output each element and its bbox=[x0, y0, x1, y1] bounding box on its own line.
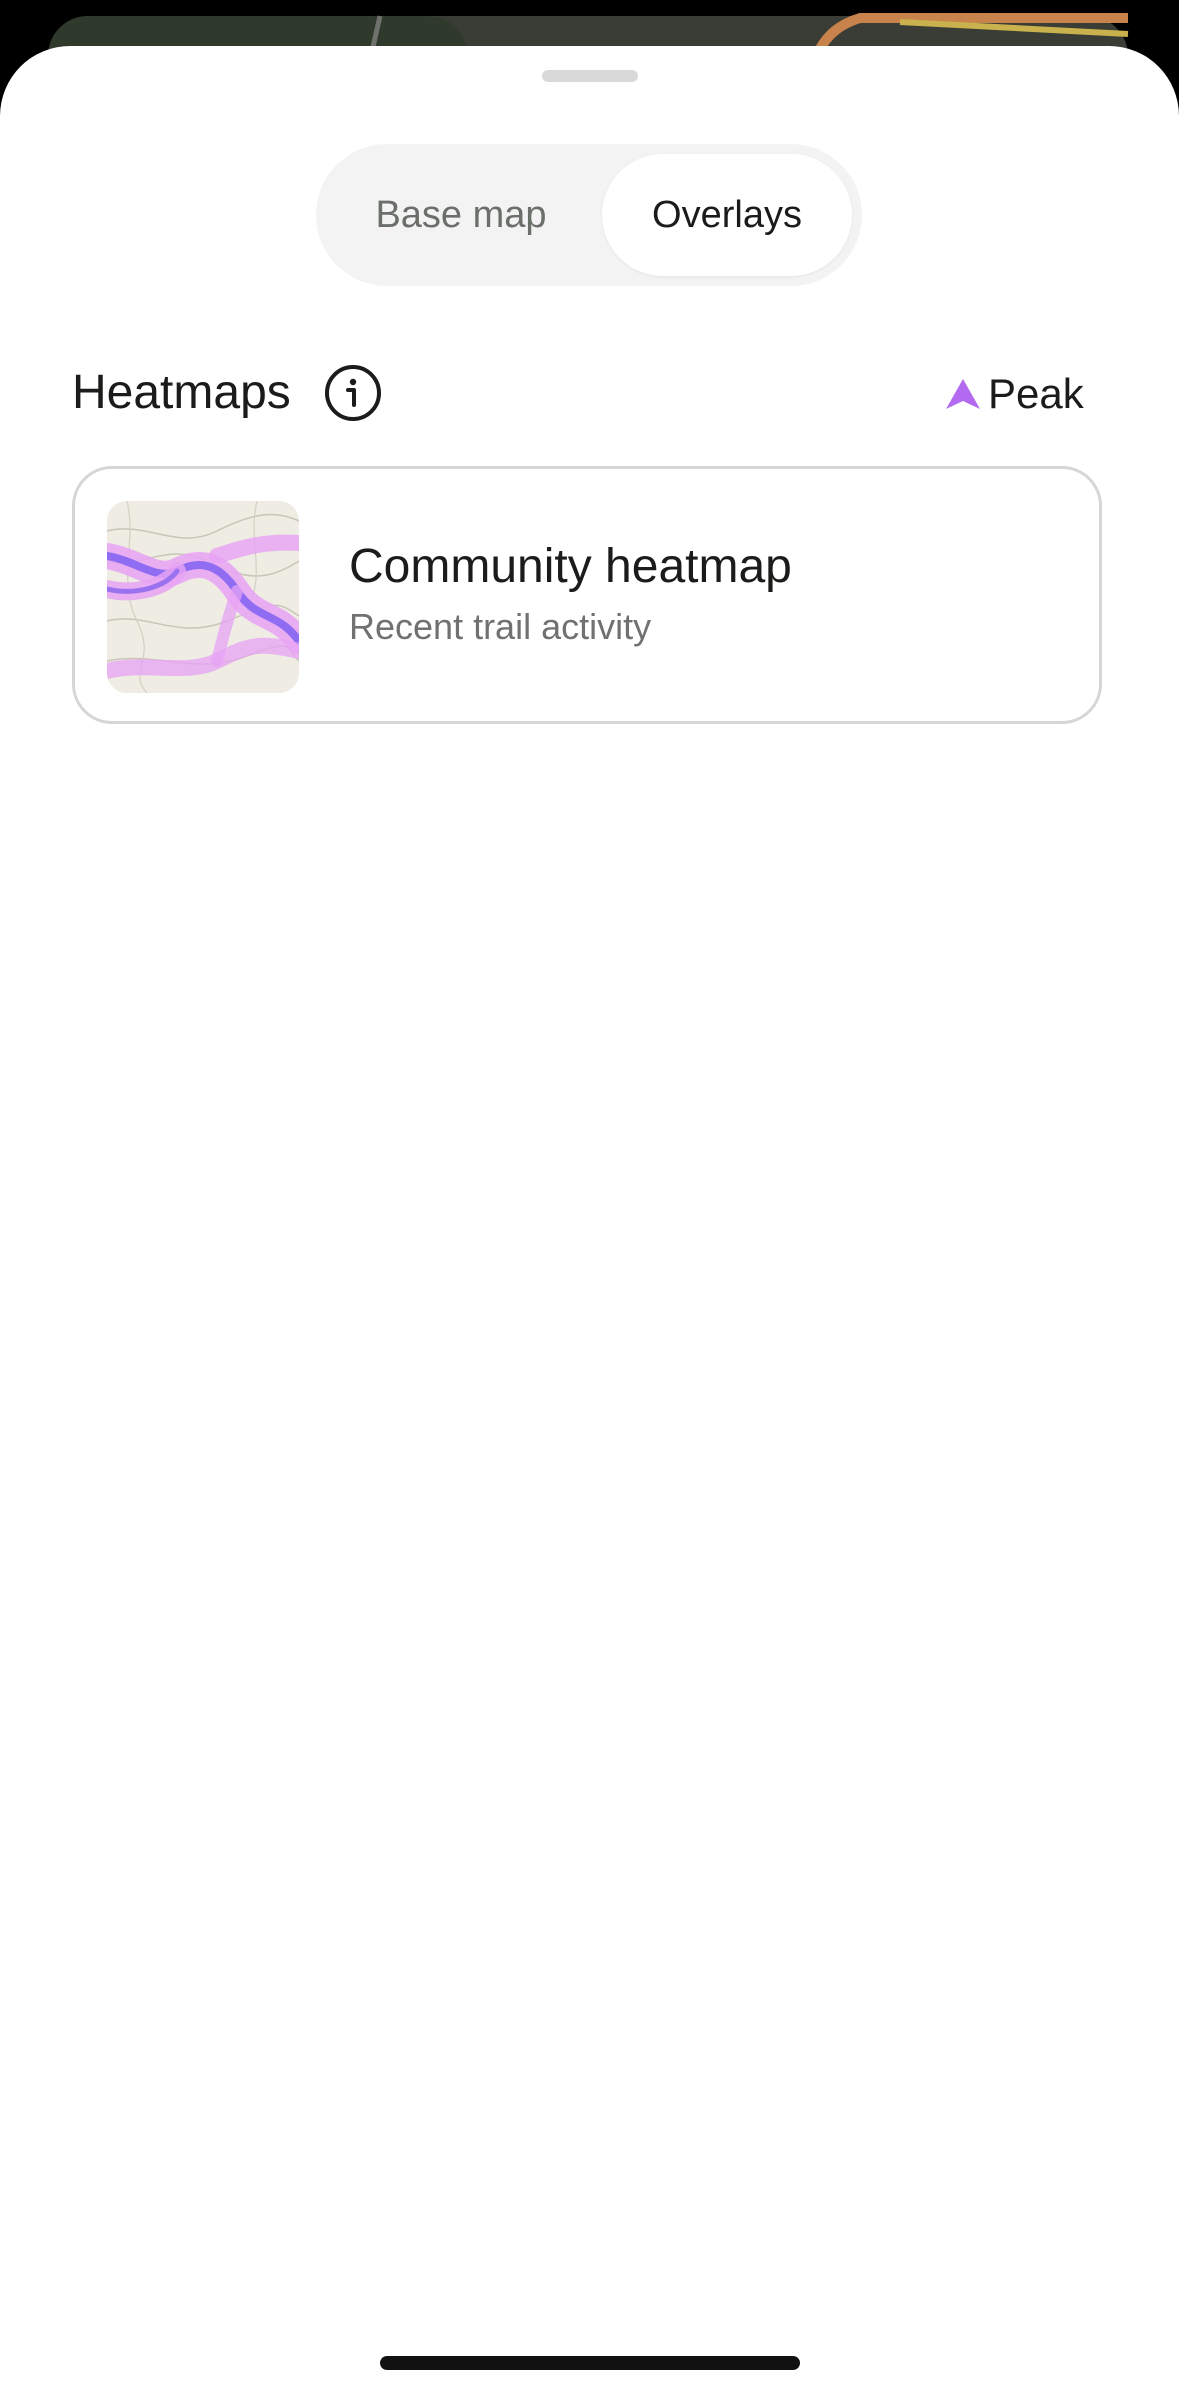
tab-base-map[interactable]: Base map bbox=[326, 154, 596, 276]
heatmap-thumbnail bbox=[107, 501, 299, 693]
peak-logo-icon bbox=[946, 379, 980, 409]
section-title: Heatmaps bbox=[72, 366, 291, 419]
peak-badge: Peak bbox=[944, 368, 1084, 420]
tab-overlays[interactable]: Overlays bbox=[602, 154, 852, 276]
sheet-grabber[interactable] bbox=[542, 70, 638, 82]
info-icon[interactable] bbox=[324, 364, 382, 422]
map-mode-segmented-control: Base map Overlays bbox=[316, 144, 862, 286]
heatmaps-section-header: Heatmaps Peak bbox=[72, 358, 1092, 428]
card-subtitle: Recent trail activity bbox=[349, 606, 652, 647]
overlay-sheet: Base map Overlays Heatmaps Peak Communit… bbox=[0, 46, 1179, 2396]
peak-label: Peak bbox=[988, 370, 1084, 417]
home-indicator[interactable] bbox=[380, 2356, 800, 2370]
card-title: Community heatmap bbox=[349, 540, 792, 593]
community-heatmap-card[interactable]: Community heatmap Recent trail activity bbox=[72, 466, 1102, 724]
